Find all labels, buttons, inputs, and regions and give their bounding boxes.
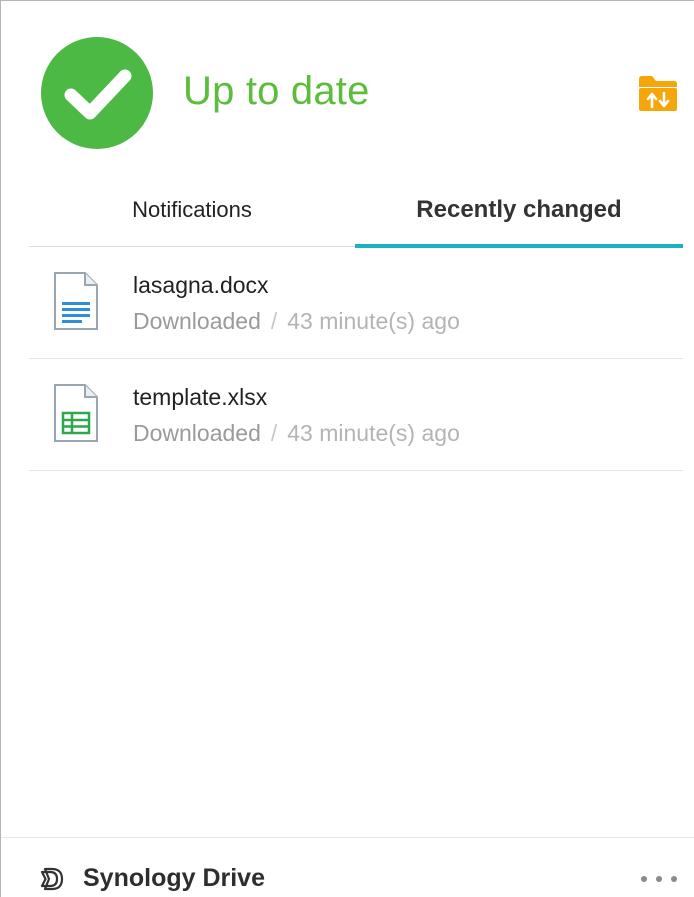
synology-drive-logo-icon — [39, 866, 65, 892]
file-action: Downloaded — [133, 308, 261, 334]
file-name: lasagna.docx — [133, 272, 269, 298]
meta-separator: / — [270, 308, 278, 334]
file-time: 43 minute(s) ago — [287, 308, 460, 334]
list-item[interactable]: lasagna.docx Downloaded / 43 minute(s) ago — [29, 247, 683, 359]
footer-bar: Synology Drive — [1, 837, 694, 897]
file-action: Downloaded — [133, 420, 261, 446]
list-item[interactable]: template.xlsx Downloaded / 43 minute(s) ag… — [29, 359, 683, 471]
more-dot — [641, 876, 647, 882]
file-status: Downloaded / 43 minute(s) ago — [133, 307, 460, 335]
file-time: 43 minute(s) ago — [287, 420, 460, 446]
more-options-icon[interactable] — [641, 868, 677, 890]
more-dot — [671, 876, 677, 882]
tab-bar: Notifications Recently changed — [29, 173, 683, 248]
tab-notifications[interactable]: Notifications — [29, 173, 355, 247]
spreadsheet-document-icon — [53, 383, 99, 443]
file-status: Downloaded / 43 minute(s) ago — [133, 419, 460, 447]
synology-drive-panel: Up to date Notifications Recently change… — [0, 0, 694, 897]
sync-folder-icon[interactable] — [637, 73, 679, 113]
file-name: template.xlsx — [133, 384, 268, 410]
meta-separator: / — [270, 420, 278, 446]
tab-recently-changed[interactable]: Recently changed — [355, 173, 683, 247]
app-name: Synology Drive — [83, 864, 265, 892]
more-dot — [656, 876, 662, 882]
check-circle-icon — [41, 37, 153, 149]
sync-status-title: Up to date — [183, 69, 370, 113]
word-document-icon — [53, 271, 99, 331]
recent-files-list: lasagna.docx Downloaded / 43 minute(s) ago… — [29, 247, 683, 471]
